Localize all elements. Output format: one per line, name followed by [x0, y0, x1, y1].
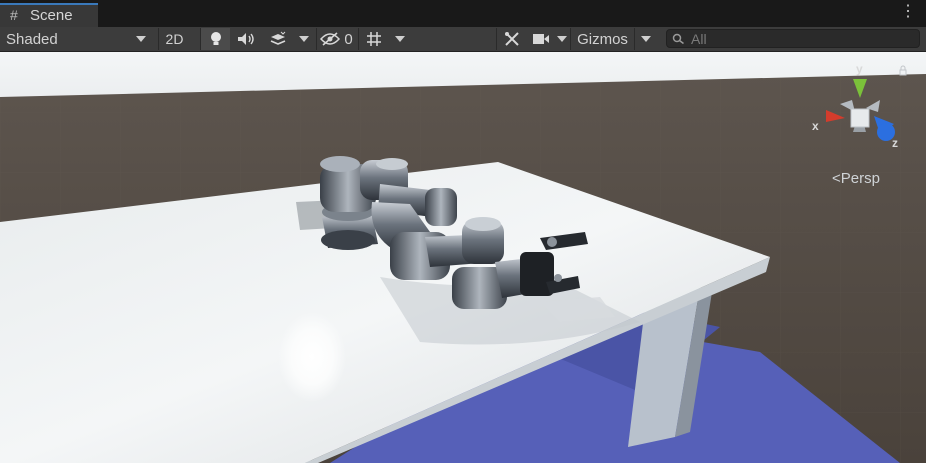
search-icon	[672, 33, 684, 45]
hash-icon: #	[10, 7, 18, 23]
search-input[interactable]: All	[666, 29, 920, 48]
grid-dropdown[interactable]	[388, 28, 412, 50]
tools-button[interactable]	[496, 28, 526, 50]
2d-label: 2D	[165, 31, 184, 47]
hidden-objects-toggle[interactable]: 0	[316, 28, 356, 50]
scene-viewport[interactable]: y x z <Persp	[0, 52, 926, 463]
audio-toggle-button[interactable]	[230, 28, 262, 50]
tab-bar: # Scene ⋮	[0, 0, 926, 27]
effects-toggle-button[interactable]	[262, 28, 294, 50]
gizmo-x-label: x	[812, 119, 819, 133]
hidden-count: 0	[344, 30, 353, 48]
projection-toggle[interactable]: <Persp	[832, 170, 880, 187]
layers-icon	[270, 31, 286, 45]
gizmo-y-label: y	[856, 62, 863, 76]
grid-icon	[366, 32, 381, 46]
grid-toggle-button[interactable]	[358, 28, 388, 50]
camera-button[interactable]	[528, 28, 554, 50]
eye-slash-icon	[320, 32, 341, 46]
chevron-down-icon	[395, 36, 405, 42]
camera-dropdown[interactable]	[554, 28, 570, 50]
draw-mode-label: Shaded	[6, 30, 58, 48]
kebab-menu-icon[interactable]: ⋮	[900, 4, 916, 20]
tab-scene-label: Scene	[30, 7, 73, 24]
gizmos-button[interactable]: Gizmos	[570, 28, 634, 50]
draw-mode-dropdown[interactable]: Shaded	[0, 28, 152, 50]
search-placeholder: All	[691, 31, 707, 47]
chevron-down-icon	[136, 36, 146, 42]
speaker-icon	[238, 33, 254, 45]
scene-toolbar: Shaded 2D 0 Gizmos All	[0, 27, 926, 52]
chevron-down-icon	[557, 36, 567, 42]
lightbulb-icon	[210, 32, 221, 45]
camera-icon	[533, 34, 549, 44]
chevron-down-icon	[640, 36, 651, 42]
wrench-icon	[504, 32, 519, 46]
tab-scene[interactable]: # Scene	[0, 3, 98, 27]
effects-dropdown[interactable]	[294, 28, 314, 50]
gizmo-z-label: z	[892, 136, 898, 150]
2d-toggle-button[interactable]: 2D	[158, 28, 190, 50]
scene-render	[0, 52, 926, 463]
gizmos-label: Gizmos	[577, 30, 628, 48]
lighting-toggle-button[interactable]	[200, 28, 230, 50]
gizmos-dropdown[interactable]	[634, 28, 656, 50]
chevron-down-icon	[299, 36, 309, 42]
